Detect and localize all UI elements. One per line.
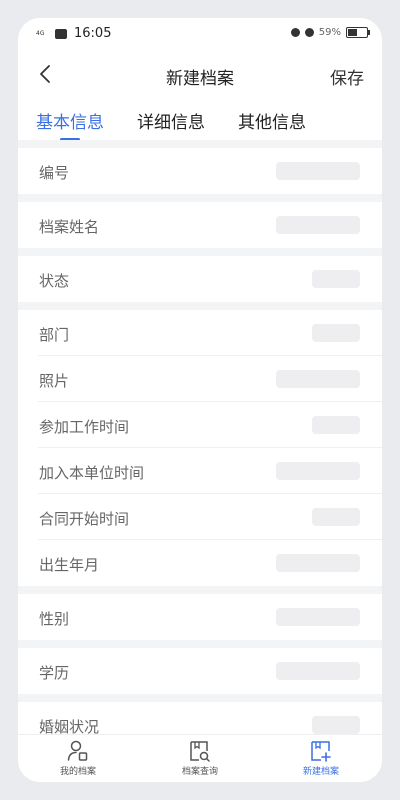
section-separator bbox=[18, 694, 382, 702]
user-profile-icon bbox=[67, 740, 88, 761]
folder-add-icon bbox=[311, 741, 331, 762]
field-row-gender[interactable]: 性别 bbox=[18, 594, 382, 640]
field-value-placeholder[interactable] bbox=[276, 662, 360, 680]
battery-fill bbox=[348, 29, 358, 36]
alarm-icon bbox=[290, 28, 300, 37]
field-label: 学历 bbox=[39, 664, 70, 682]
field-value-placeholder[interactable] bbox=[276, 370, 360, 388]
field-label: 参加工作时间 bbox=[39, 418, 130, 436]
field-label: 编号 bbox=[39, 164, 70, 182]
field-label: 合同开始时间 bbox=[39, 510, 130, 528]
section-separator bbox=[18, 248, 382, 256]
field-value-placeholder[interactable] bbox=[276, 554, 360, 572]
section-separator bbox=[18, 194, 382, 202]
page-title: 新建档案 bbox=[166, 69, 234, 89]
field-row-status[interactable]: 状态 bbox=[18, 256, 382, 302]
nav-label: 我的档案 bbox=[59, 767, 96, 777]
field-row-contract-start[interactable]: 合同开始时间 bbox=[18, 494, 382, 540]
field-label: 状态 bbox=[39, 272, 70, 290]
field-row-birth[interactable]: 出生年月 bbox=[18, 540, 382, 586]
field-label: 照片 bbox=[39, 372, 70, 390]
section-separator bbox=[18, 140, 382, 148]
section-separator bbox=[18, 302, 382, 310]
folder-search-icon bbox=[190, 741, 210, 762]
status-time: 16:05 bbox=[74, 26, 112, 41]
section-separator bbox=[18, 586, 382, 594]
section-separator bbox=[18, 640, 382, 648]
field-value-placeholder[interactable] bbox=[276, 462, 360, 480]
tab-bar: 基本信息 详细信息 其他信息 bbox=[18, 108, 382, 142]
field-row-name[interactable]: 档案姓名 bbox=[18, 202, 382, 248]
nav-label: 新建档案 bbox=[302, 767, 339, 777]
field-row-education[interactable]: 学历 bbox=[18, 648, 382, 694]
header-bar: 新建档案 保存 bbox=[18, 58, 382, 92]
tab-other-info[interactable]: 其他信息 bbox=[238, 108, 306, 133]
field-label: 性别 bbox=[39, 610, 70, 628]
mute-icon bbox=[304, 28, 314, 37]
field-row-join-work[interactable]: 参加工作时间 bbox=[18, 402, 382, 448]
field-row-department[interactable]: 部门 bbox=[18, 310, 382, 356]
field-value-placeholder[interactable] bbox=[312, 508, 360, 526]
field-value-placeholder[interactable] bbox=[276, 216, 360, 234]
sim-card-icon bbox=[55, 28, 67, 39]
tab-basic-info[interactable]: 基本信息 bbox=[36, 108, 104, 133]
field-label: 档案姓名 bbox=[39, 218, 100, 236]
field-value-placeholder[interactable] bbox=[312, 270, 360, 288]
nav-my-archives[interactable]: 我的档案 bbox=[38, 739, 118, 777]
field-row-number[interactable]: 编号 bbox=[18, 148, 382, 194]
field-label: 部门 bbox=[39, 326, 70, 344]
field-value-placeholder[interactable] bbox=[312, 324, 360, 342]
bottom-navigation: 我的档案 档案查询 新建档案 bbox=[18, 734, 382, 782]
battery-percentage: 59% bbox=[318, 27, 341, 38]
form-list: 编号 档案姓名 状态 部门 照片 参加工作时间 加入本单位时间 合同开始时间 出… bbox=[18, 140, 382, 748]
field-value-placeholder[interactable] bbox=[276, 608, 360, 626]
field-value-placeholder[interactable] bbox=[276, 162, 360, 180]
field-label: 出生年月 bbox=[39, 556, 100, 574]
battery-icon bbox=[346, 27, 370, 38]
field-label: 加入本单位时间 bbox=[39, 464, 145, 482]
field-value-placeholder[interactable] bbox=[312, 416, 360, 434]
save-button[interactable]: 保存 bbox=[330, 64, 364, 89]
field-row-photo[interactable]: 照片 bbox=[18, 356, 382, 402]
field-row-join-unit[interactable]: 加入本单位时间 bbox=[18, 448, 382, 494]
status-bar: 4G 16:05 59% bbox=[18, 18, 382, 48]
network-signal-icon: 4G bbox=[36, 29, 45, 37]
nav-archive-query[interactable]: 档案查询 bbox=[160, 739, 240, 777]
tab-detailed-info[interactable]: 详细信息 bbox=[137, 108, 205, 133]
field-value-placeholder[interactable] bbox=[312, 716, 360, 734]
nav-label: 档案查询 bbox=[181, 767, 218, 777]
phone-screen: 4G 16:05 59% 新建档案 保存 基本信息 详细信息 其他信息 编号 档… bbox=[18, 18, 382, 782]
nav-new-archive[interactable]: 新建档案 bbox=[281, 739, 361, 777]
